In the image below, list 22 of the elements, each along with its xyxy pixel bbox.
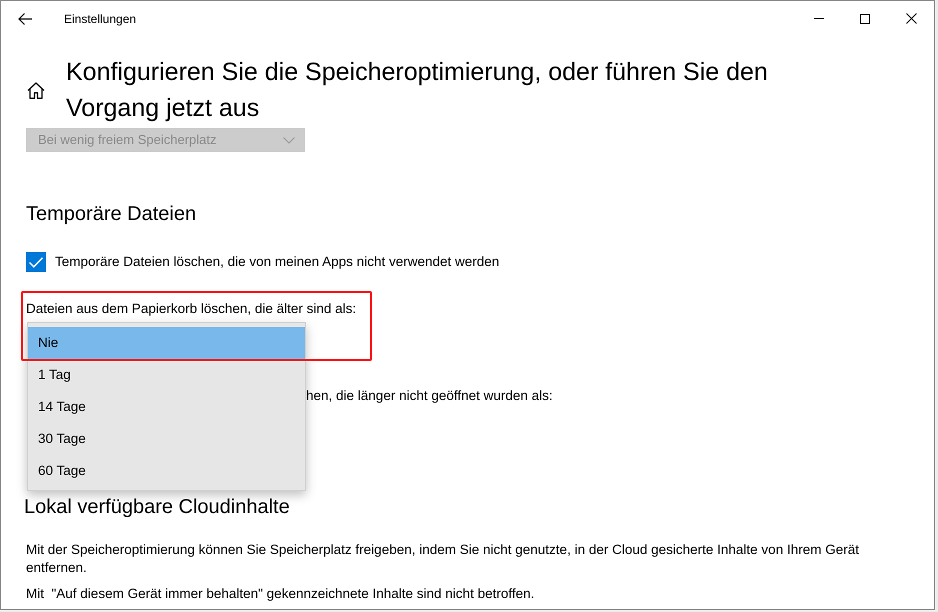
chevron-down-icon [283, 136, 295, 144]
dropdown-option[interactable]: 14 Tage [28, 391, 305, 423]
checkbox-label: Temporäre Dateien löschen, die von meinen Apps nicht verwendet werden [55, 253, 500, 271]
close-icon [906, 13, 916, 24]
home-icon[interactable] [27, 82, 45, 98]
setting-label: hen, die länger nicht geöffnet wurden als: [306, 387, 553, 405]
setting-label: Dateien aus dem Papierkorb löschen, die älter sind als: [26, 300, 356, 318]
dropdown-option[interactable]: 60 Tage [28, 455, 305, 487]
minimize-icon [814, 18, 824, 19]
checkbox[interactable] [26, 252, 46, 272]
description-text: Mit "Auf diesem Gerät immer behalten" gekennzeichnete Inhalte sind nicht betroffen. [26, 585, 536, 603]
window-title: Einstellungen [64, 10, 136, 26]
dropdown-option[interactable]: Nie [28, 327, 305, 359]
section-heading: Temporäre Dateien [26, 202, 198, 227]
description-text: Mit der Speicheroptimierung können Sie Speicherplatz freigeben, indem Sie nicht genutzte, in der Cloud gesicherte Inhalte von Ihrem Gerät entfernen. [26, 541, 860, 577]
dropdown-option[interactable]: 30 Tage [28, 423, 305, 455]
dropdown-option[interactable]: 1 Tag [28, 359, 305, 391]
page-heading: Konfigurieren Sie die Speicheroptimierung, oder führen Sie den Vorgang jetzt aus [66, 57, 769, 124]
checkmark-icon [29, 256, 43, 268]
section-heading: Lokal verfügbare Cloudinhalte [24, 495, 290, 520]
arrow-left-icon [18, 12, 32, 24]
maximize-icon [860, 14, 870, 24]
